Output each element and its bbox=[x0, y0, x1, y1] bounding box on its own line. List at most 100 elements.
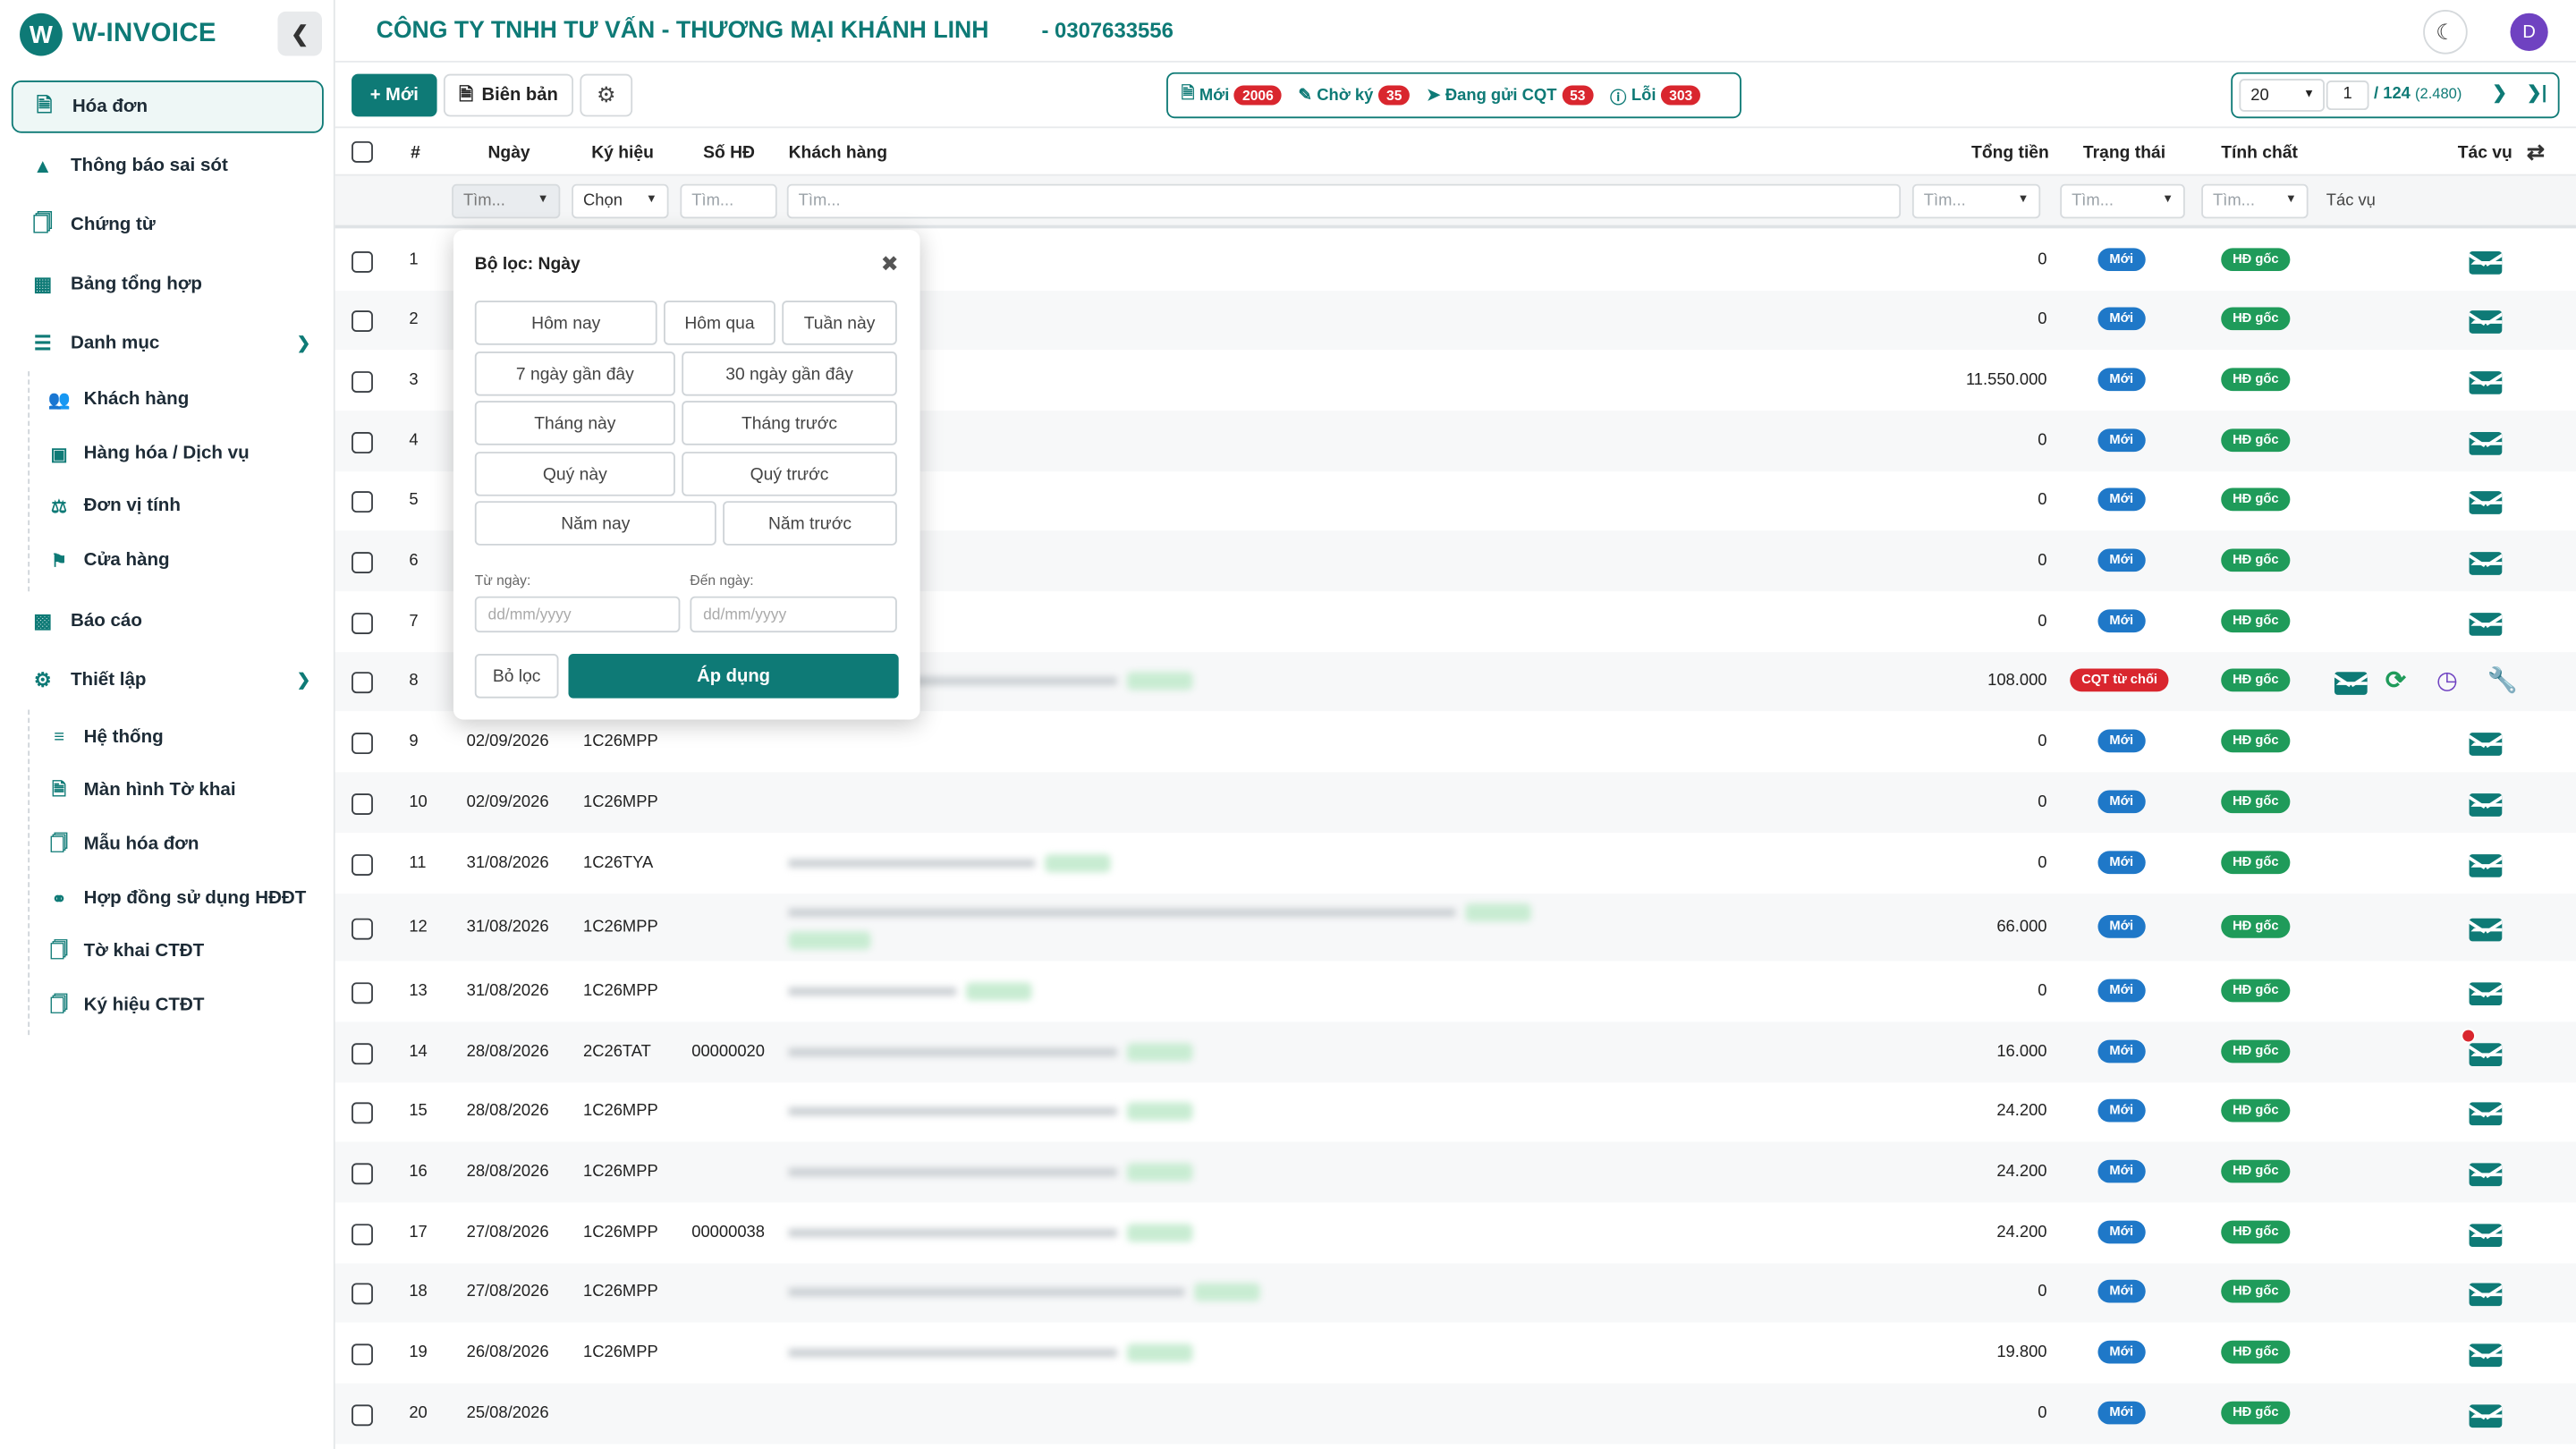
next-page-icon[interactable]: ❯ bbox=[2492, 82, 2507, 104]
row-checkbox[interactable] bbox=[352, 733, 373, 755]
send-email-icon[interactable] bbox=[2469, 854, 2503, 877]
row-checkbox[interactable] bbox=[352, 310, 373, 333]
send-email-icon[interactable] bbox=[2469, 982, 2503, 1006]
row-checkbox[interactable] bbox=[352, 918, 373, 940]
page-number-input[interactable]: 1 bbox=[2326, 80, 2369, 111]
avatar[interactable]: D bbox=[2510, 13, 2548, 51]
date-filter[interactable]: Tìm... ▼ bbox=[452, 183, 561, 219]
send-email-icon[interactable] bbox=[2469, 1283, 2503, 1307]
send-email-icon[interactable] bbox=[2469, 613, 2503, 636]
send-email-icon[interactable] bbox=[2469, 793, 2503, 817]
send-email-icon[interactable] bbox=[2334, 672, 2368, 695]
row-checkbox[interactable] bbox=[352, 371, 373, 393]
brand[interactable]: W W-INVOICE bbox=[20, 13, 216, 56]
apply-filter-button[interactable]: Áp dụng bbox=[568, 654, 899, 699]
send-email-icon[interactable] bbox=[2469, 1102, 2503, 1126]
row-checkbox[interactable] bbox=[352, 793, 373, 816]
sidebar-item-thong-bao-sai-sot[interactable]: ▲ Thông báo sai sót bbox=[12, 140, 324, 192]
row-checkbox[interactable] bbox=[352, 1102, 373, 1124]
total-filter[interactable]: Tìm... ▼ bbox=[1911, 183, 2041, 219]
quick-this-year-button[interactable]: Năm nay bbox=[474, 501, 716, 546]
col-header-date[interactable]: Ngày bbox=[487, 143, 530, 163]
number-filter-input[interactable]: Tìm... bbox=[680, 183, 777, 219]
sidebar-subitem-to-khai-ctdt[interactable]: 🗍 Tờ khai CTĐT bbox=[45, 928, 205, 974]
col-header-status[interactable]: Trạng thái bbox=[2083, 143, 2165, 163]
sidebar-item-chung-tu[interactable]: 🗍 Chứng từ bbox=[12, 199, 324, 251]
sidebar-item-thiet-lap[interactable]: ⚙ Thiết lập ❯ bbox=[12, 654, 324, 707]
table-row[interactable]: 18 27/08/2026 1C26MPP 0 Mới HĐ gốc bbox=[335, 1263, 2576, 1323]
quick-today-button[interactable]: Hôm nay bbox=[474, 301, 657, 345]
status-filter-pending-sign[interactable]: ✎ Chờ ký 35 bbox=[1298, 85, 1411, 106]
table-row[interactable]: 17 27/08/2026 1C26MPP 00000038 24.200 Mới HĐ … bbox=[335, 1202, 2576, 1264]
send-email-icon[interactable] bbox=[2469, 310, 2503, 334]
send-email-icon[interactable] bbox=[2469, 432, 2503, 455]
select-all-checkbox[interactable] bbox=[352, 140, 373, 163]
row-checkbox[interactable] bbox=[352, 982, 373, 1004]
row-checkbox[interactable] bbox=[352, 613, 373, 634]
sidebar-item-bao-cao[interactable]: ▩ Báo cáo bbox=[12, 595, 324, 648]
sidebar-subitem-khach-hang[interactable]: 👥 Khách hàng bbox=[45, 377, 190, 422]
sidebar-subitem-he-thong[interactable]: ≡ Hệ thống bbox=[45, 715, 164, 760]
close-icon[interactable]: ✖ bbox=[881, 251, 899, 277]
sidebar-item-hoa-don[interactable]: 🗎 Hóa đơn bbox=[11, 80, 324, 133]
to-date-input[interactable]: dd/mm/yyyy bbox=[690, 596, 897, 633]
dark-mode-toggle[interactable]: ☾ bbox=[2423, 10, 2468, 55]
sidebar-subitem-man-hinh-to-khai[interactable]: 🗎 Màn hình Tờ khai bbox=[45, 767, 236, 813]
sidebar-subitem-cua-hang[interactable]: ⚑ Cửa hàng bbox=[45, 538, 170, 583]
send-email-icon[interactable] bbox=[2469, 1224, 2503, 1248]
from-date-input[interactable]: dd/mm/yyyy bbox=[474, 596, 681, 633]
col-header-total[interactable]: Tổng tiền bbox=[1971, 143, 2049, 163]
row-checkbox[interactable] bbox=[352, 432, 373, 453]
table-row[interactable]: 20 25/08/2026 0 Mới HĐ gốc bbox=[335, 1383, 2576, 1445]
status-filter[interactable]: Tìm... ▼ bbox=[2060, 183, 2185, 219]
send-email-icon[interactable] bbox=[2469, 371, 2503, 394]
send-email-icon[interactable] bbox=[2469, 733, 2503, 756]
quick-last-month-button[interactable]: Tháng trước bbox=[682, 401, 897, 445]
send-email-icon[interactable] bbox=[2469, 251, 2503, 275]
table-row[interactable]: 15 28/08/2026 1C26MPP 24.200 Mới HĐ gốc bbox=[335, 1082, 2576, 1142]
row-checkbox[interactable] bbox=[352, 854, 373, 876]
sidebar-subitem-hop-dong[interactable]: ⚭ Hợp đồng sử dụng HĐĐT bbox=[45, 876, 307, 921]
table-row[interactable]: 9 02/09/2026 1C26MPP 0 Mới HĐ gốc bbox=[335, 711, 2576, 773]
quick-7-days-button[interactable]: 7 ngày gần đây bbox=[474, 352, 675, 396]
send-email-icon[interactable] bbox=[2469, 1404, 2503, 1428]
status-filter-error[interactable]: ⓘ Lỗi 303 bbox=[1610, 83, 1701, 107]
wrench-icon[interactable]: 🔧 bbox=[2487, 665, 2518, 695]
reset-filter-button[interactable]: Bỏ lọc bbox=[474, 654, 559, 699]
quick-this-month-button[interactable]: Tháng này bbox=[474, 401, 675, 445]
status-filter-new[interactable]: 🗎 Mới 2006 bbox=[1182, 81, 1282, 109]
table-row[interactable]: 19 26/08/2026 1C26MPP 19.800 Mới HĐ gốc bbox=[335, 1322, 2576, 1384]
table-row[interactable]: 14 28/08/2026 2C26TAT 00000020 16.000 Mới HĐ … bbox=[335, 1021, 2576, 1083]
quick-this-quarter-button[interactable]: Quý này bbox=[474, 452, 675, 496]
customer-filter-input[interactable]: Tìm... bbox=[786, 183, 1902, 219]
col-header-symbol[interactable]: Ký hiệu bbox=[591, 143, 654, 163]
column-settings-icon[interactable]: ⇄ bbox=[2527, 140, 2545, 165]
nature-filter[interactable]: Tìm... ▼ bbox=[2201, 183, 2309, 219]
send-email-icon[interactable] bbox=[2469, 918, 2503, 942]
row-checkbox[interactable] bbox=[352, 491, 373, 513]
table-row[interactable]: 12 31/08/2026 1C26MPP 66.000 Mới HĐ gốc bbox=[335, 894, 2576, 962]
row-checkbox[interactable] bbox=[352, 1163, 373, 1185]
col-header-number[interactable]: Số HĐ bbox=[703, 143, 755, 163]
table-row[interactable]: 11 31/08/2026 1C26TYA 0 Mới HĐ gốc bbox=[335, 833, 2576, 894]
quick-yesterday-button[interactable]: Hôm qua bbox=[664, 301, 775, 345]
row-checkbox[interactable] bbox=[352, 1404, 373, 1427]
settings-button[interactable]: ⚙ bbox=[580, 73, 633, 117]
row-checkbox[interactable] bbox=[352, 1224, 373, 1246]
col-header-nature[interactable]: Tính chất bbox=[2221, 143, 2298, 163]
row-checkbox[interactable] bbox=[352, 1283, 373, 1305]
table-row[interactable]: 13 31/08/2026 1C26MPP 0 Mới HĐ gốc bbox=[335, 961, 2576, 1022]
quick-last-quarter-button[interactable]: Quý trước bbox=[682, 452, 897, 496]
row-checkbox[interactable] bbox=[352, 552, 373, 574]
quick-last-year-button[interactable]: Năm trước bbox=[723, 501, 897, 546]
sidebar-item-bang-tong-hop[interactable]: ▦ Bảng tổng hợp bbox=[12, 258, 324, 310]
send-email-icon[interactable] bbox=[2469, 1043, 2503, 1067]
sidebar-subitem-hang-hoa[interactable]: ▣ Hàng hóa / Dịch vụ bbox=[45, 430, 250, 476]
row-checkbox[interactable] bbox=[352, 1343, 373, 1366]
quick-30-days-button[interactable]: 30 ngày gần đây bbox=[682, 352, 897, 396]
page-size-select[interactable]: 20 ▼ bbox=[2239, 79, 2325, 112]
sidebar-item-danh-muc[interactable]: ☰ Danh mục ❯ bbox=[12, 317, 324, 369]
row-checkbox[interactable] bbox=[352, 672, 373, 694]
quick-this-week-button[interactable]: Tuần này bbox=[782, 301, 897, 345]
status-filter-sending[interactable]: ➤ Đang gửi CQT 53 bbox=[1427, 85, 1594, 106]
